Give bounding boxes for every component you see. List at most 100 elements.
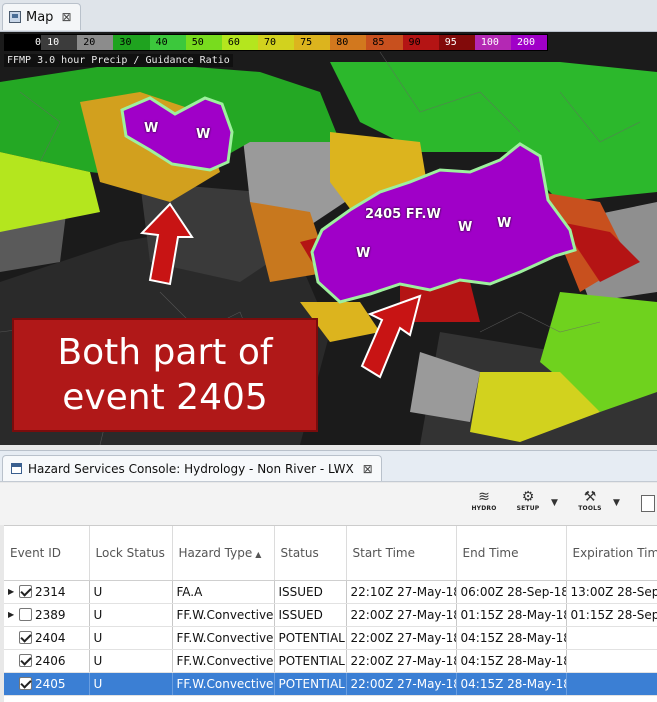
product-label: FFMP 3.0 hour Precip / Guidance Ratio bbox=[4, 54, 233, 67]
row-checkbox[interactable] bbox=[19, 654, 32, 667]
cell-start: 22:00Z 27-May-18 bbox=[346, 649, 457, 673]
colorbar-label: 20 bbox=[83, 37, 96, 48]
cell-hazard: FA.A bbox=[172, 580, 275, 604]
colorbar-label: 90 bbox=[408, 37, 421, 48]
colorbar-label: 0 bbox=[35, 37, 42, 48]
warning-marker: W bbox=[458, 220, 473, 235]
setup-gear-icon: ⚙ bbox=[521, 489, 535, 505]
cell-start: 22:00Z 27-May-18 bbox=[346, 672, 457, 696]
column-header-expiration-tim[interactable]: Expiration Tim bbox=[566, 526, 657, 581]
sort-ascending-icon: ▲ bbox=[255, 549, 262, 559]
cell-expiration bbox=[566, 672, 657, 696]
colorbar-label: 30 bbox=[119, 37, 132, 48]
row-checkbox[interactable] bbox=[19, 631, 32, 644]
row-checkbox[interactable] bbox=[19, 677, 32, 690]
column-header-label: Expiration Tim bbox=[572, 545, 657, 560]
colorbar-label: 200 bbox=[516, 37, 536, 48]
table-row[interactable]: ▶ 2314 U FA.A ISSUED 22:10Z 27-May-18 06:00Z 2… bbox=[4, 580, 657, 604]
cell-hazard: FF.W.Convective bbox=[172, 603, 275, 627]
colorbar-label: 70 bbox=[263, 37, 277, 48]
hydro-icon: ≋ bbox=[478, 489, 490, 505]
table-header-row: Event ID Lock Status Hazard Type ▲ Status Sta… bbox=[4, 526, 657, 581]
cell-hazard: FF.W.Convective bbox=[172, 649, 275, 673]
column-header-end-time[interactable]: End Time bbox=[456, 526, 567, 581]
warning-marker: W bbox=[497, 216, 512, 231]
table-row[interactable]: 2406 U FF.W.Convective POTENTIAL 22:00Z 27-M… bbox=[4, 649, 657, 673]
document-icon[interactable] bbox=[641, 495, 655, 512]
cell-end: 04:15Z 28-May-18 bbox=[456, 649, 567, 673]
table-row[interactable]: 2404 U FF.W.Convective POTENTIAL 22:00Z 27-M… bbox=[4, 626, 657, 650]
map-view-tab-label: Map bbox=[26, 9, 54, 25]
tools-dropdown-arrow-icon[interactable]: ▼ bbox=[613, 498, 620, 508]
tools-button[interactable]: ⚒ TOOLS bbox=[569, 489, 611, 519]
hydro-button[interactable]: ≋ HYDRO bbox=[463, 489, 505, 519]
event-id-text: 2314 bbox=[35, 584, 66, 599]
cell-expiration: 01:15Z 28-Sep bbox=[566, 603, 657, 627]
colorbar-label: 85 bbox=[372, 37, 385, 48]
hazard-services-console-tab[interactable]: Hazard Services Console: Hydrology - Non… bbox=[2, 455, 382, 481]
column-header-hazard-type[interactable]: Hazard Type ▲ bbox=[172, 526, 275, 581]
column-header-label: End Time bbox=[462, 545, 519, 560]
event-id-text: 2406 bbox=[35, 653, 66, 668]
map-view-tab[interactable]: Map ⊠ bbox=[2, 3, 81, 30]
colorbar-label: 40 bbox=[155, 37, 168, 48]
table-body: ▶ 2314 U FA.A ISSUED 22:10Z 27-May-18 06:00Z 2… bbox=[4, 580, 657, 696]
cell-status: ISSUED bbox=[274, 580, 347, 604]
colorbar-cell: 80 bbox=[330, 35, 367, 50]
map-display[interactable]: 0 10 20 30 40 50 60 70 75 80 85 90 95 100 200 FFMP 3.0… bbox=[0, 32, 657, 445]
column-header-lock-status[interactable]: Lock Status bbox=[89, 526, 173, 581]
cell-start: 22:00Z 27-May-18 bbox=[346, 626, 457, 650]
console-window-icon bbox=[11, 463, 22, 474]
colorbar-cell: 200 bbox=[510, 35, 548, 50]
console-tabbar: Hazard Services Console: Hydrology - Non… bbox=[0, 450, 657, 482]
column-header-status[interactable]: Status bbox=[274, 526, 347, 581]
colorbar-cell: 40 bbox=[149, 35, 186, 50]
cell-event-id: ▶ 2314 bbox=[4, 580, 90, 604]
map-view-tabbar: Map ⊠ bbox=[0, 0, 657, 32]
cell-end: 04:15Z 28-May-18 bbox=[456, 626, 567, 650]
event-label-2405: 2405 FF.W bbox=[365, 207, 441, 222]
cell-event-id: 2405 bbox=[4, 672, 90, 696]
cell-start: 22:00Z 27-May-18 bbox=[346, 603, 457, 627]
cell-status: POTENTIAL bbox=[274, 672, 347, 696]
cell-start: 22:10Z 27-May-18 bbox=[346, 580, 457, 604]
cell-lock: U bbox=[89, 603, 173, 627]
close-map-tab-icon[interactable]: ⊠ bbox=[61, 10, 71, 24]
cell-end: 04:15Z 28-May-18 bbox=[456, 672, 567, 696]
column-header-start-time[interactable]: Start Time bbox=[346, 526, 457, 581]
cell-event-id: ▶ 2389 bbox=[4, 603, 90, 627]
cell-lock: U bbox=[89, 672, 173, 696]
console-toolbar: ≋ HYDRO ⚙ SETUP ▼ ⚒ TOOLS ▼ bbox=[0, 483, 657, 525]
colorbar-cell: 75 bbox=[294, 35, 331, 50]
colorbar-label: 10 bbox=[47, 37, 60, 48]
column-header-event-id[interactable]: Event ID bbox=[4, 526, 90, 581]
cell-lock: U bbox=[89, 626, 173, 650]
colorbar-cell: 90 bbox=[402, 35, 439, 50]
colorbar-label: 50 bbox=[191, 37, 204, 48]
warning-marker: W bbox=[144, 121, 159, 136]
warning-marker: W bbox=[356, 246, 371, 261]
column-header-label: Start Time bbox=[352, 545, 416, 560]
callout-line-2: event 2405 bbox=[62, 377, 268, 418]
colorbar-cell: 85 bbox=[366, 35, 403, 50]
cell-expiration bbox=[566, 626, 657, 650]
hazard-events-table[interactable]: Event ID Lock Status Hazard Type ▲ Status Sta… bbox=[4, 525, 657, 702]
expand-row-icon[interactable]: ▶ bbox=[8, 610, 16, 619]
colorbar-cell: 100 bbox=[474, 35, 511, 50]
cell-event-id: 2404 bbox=[4, 626, 90, 650]
cell-end: 01:15Z 28-May-18 bbox=[456, 603, 567, 627]
table-row[interactable]: 2405 U FF.W.Convective POTENTIAL 22:00Z 27-M… bbox=[4, 672, 657, 696]
row-checkbox[interactable] bbox=[19, 585, 32, 598]
colorbar-label: 95 bbox=[444, 37, 457, 48]
setup-dropdown-arrow-icon[interactable]: ▼ bbox=[551, 498, 558, 508]
setup-button[interactable]: ⚙ SETUP bbox=[507, 489, 549, 519]
cell-status: POTENTIAL bbox=[274, 649, 347, 673]
close-console-tab-icon[interactable]: ⊠ bbox=[363, 462, 373, 476]
expand-row-icon[interactable]: ▶ bbox=[8, 587, 16, 596]
cell-end: 06:00Z 28-Sep-18 bbox=[456, 580, 567, 604]
colorbar-cell: 10 bbox=[41, 35, 78, 50]
table-row[interactable]: ▶ 2389 U FF.W.Convective ISSUED 22:00Z 27-May… bbox=[4, 603, 657, 627]
row-checkbox[interactable] bbox=[19, 608, 32, 621]
cell-expiration: 13:00Z 28-Sep bbox=[566, 580, 657, 604]
colorbar-cell: 0 bbox=[5, 35, 42, 50]
